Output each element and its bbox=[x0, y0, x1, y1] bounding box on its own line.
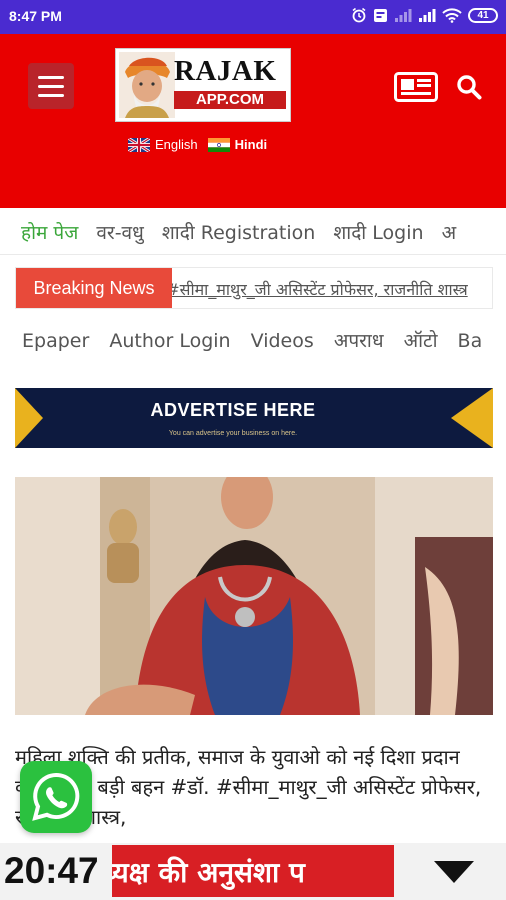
nav-shadi-registration[interactable]: शादी Registration bbox=[162, 222, 315, 244]
site-logo[interactable]: RAJAK APP.COM bbox=[115, 48, 291, 122]
language-hindi[interactable]: Hindi bbox=[207, 137, 268, 152]
nav-auto[interactable]: ऑटो bbox=[404, 330, 438, 352]
nav-home[interactable]: होम पेज bbox=[21, 222, 78, 244]
breaking-news-label: Breaking News bbox=[16, 268, 172, 308]
status-icons: 41 bbox=[351, 7, 498, 23]
uk-flag-icon bbox=[128, 137, 150, 152]
bottom-ticker-text: ध्यक्ष की अनुसंशा प bbox=[112, 856, 305, 889]
chevron-down-icon[interactable] bbox=[434, 861, 474, 883]
article-image[interactable] bbox=[15, 477, 493, 715]
nav-crime[interactable]: अपराध bbox=[334, 330, 384, 352]
bottom-ticker-bar: 20:47 ध्यक्ष की अनुसंशा प bbox=[0, 843, 506, 900]
language-switcher: English Hindi bbox=[128, 137, 267, 152]
whatsapp-icon bbox=[32, 772, 80, 821]
menu-line bbox=[38, 75, 64, 79]
signal-icon bbox=[395, 9, 412, 22]
logo-title: RAJAK bbox=[174, 55, 277, 87]
battery-icon: 41 bbox=[468, 7, 498, 23]
nav-author-login[interactable]: Author Login bbox=[109, 330, 230, 352]
nav-epaper[interactable]: Epaper bbox=[22, 330, 89, 352]
language-english[interactable]: English bbox=[128, 137, 198, 152]
secondary-nav: Epaper Author Login Videos अपराध ऑटो Ba bbox=[0, 318, 506, 358]
logo-portrait-icon bbox=[119, 52, 175, 118]
bottom-news-ticker[interactable]: ध्यक्ष की अनुसंशा प bbox=[112, 845, 394, 897]
menu-line bbox=[38, 93, 64, 97]
newspaper-icon[interactable] bbox=[394, 72, 438, 102]
nav-var-vadhu[interactable]: वर-वधु bbox=[96, 222, 143, 244]
nav-more-2[interactable]: Ba bbox=[458, 330, 483, 352]
clock-display: 20:47 bbox=[4, 850, 99, 891]
battery-level: 41 bbox=[477, 9, 489, 21]
ad-subtitle: You can advertise your business on here. bbox=[168, 430, 298, 437]
notification-icon bbox=[374, 8, 387, 22]
primary-nav: होम पेज वर-वधु शादी Registration शादी Lo… bbox=[0, 208, 506, 255]
ad-title: ADVERTISE HERE bbox=[150, 400, 316, 420]
advertise-banner[interactable]: ADVERTISE HERE You can advertise your bu… bbox=[15, 388, 493, 448]
article-photo bbox=[15, 477, 493, 715]
search-icon[interactable] bbox=[456, 74, 482, 100]
language-english-label: English bbox=[155, 137, 198, 152]
nav-videos[interactable]: Videos bbox=[251, 330, 314, 352]
hamburger-menu-button[interactable] bbox=[28, 63, 74, 109]
status-time: 8:47 PM bbox=[9, 8, 62, 24]
language-hindi-label: Hindi bbox=[234, 137, 268, 152]
site-header: RAJAK APP.COM English Hindi bbox=[0, 34, 506, 208]
india-flag-icon bbox=[207, 137, 230, 152]
whatsapp-button[interactable] bbox=[20, 761, 92, 833]
signal-icon-2 bbox=[419, 9, 436, 22]
nav-more[interactable]: अ bbox=[442, 222, 457, 244]
breaking-news-bar: न #डॉ. #सीमा_माथुर_जी असिस्टेंट प्रोफेसर… bbox=[15, 267, 493, 309]
status-bar: 8:47 PM 41 bbox=[0, 0, 506, 34]
wifi-icon bbox=[442, 7, 462, 23]
alarm-icon bbox=[352, 7, 366, 23]
logo-subtitle: APP.COM bbox=[174, 91, 286, 109]
nav-shadi-login[interactable]: शादी Login bbox=[333, 222, 423, 244]
menu-line bbox=[38, 84, 64, 88]
